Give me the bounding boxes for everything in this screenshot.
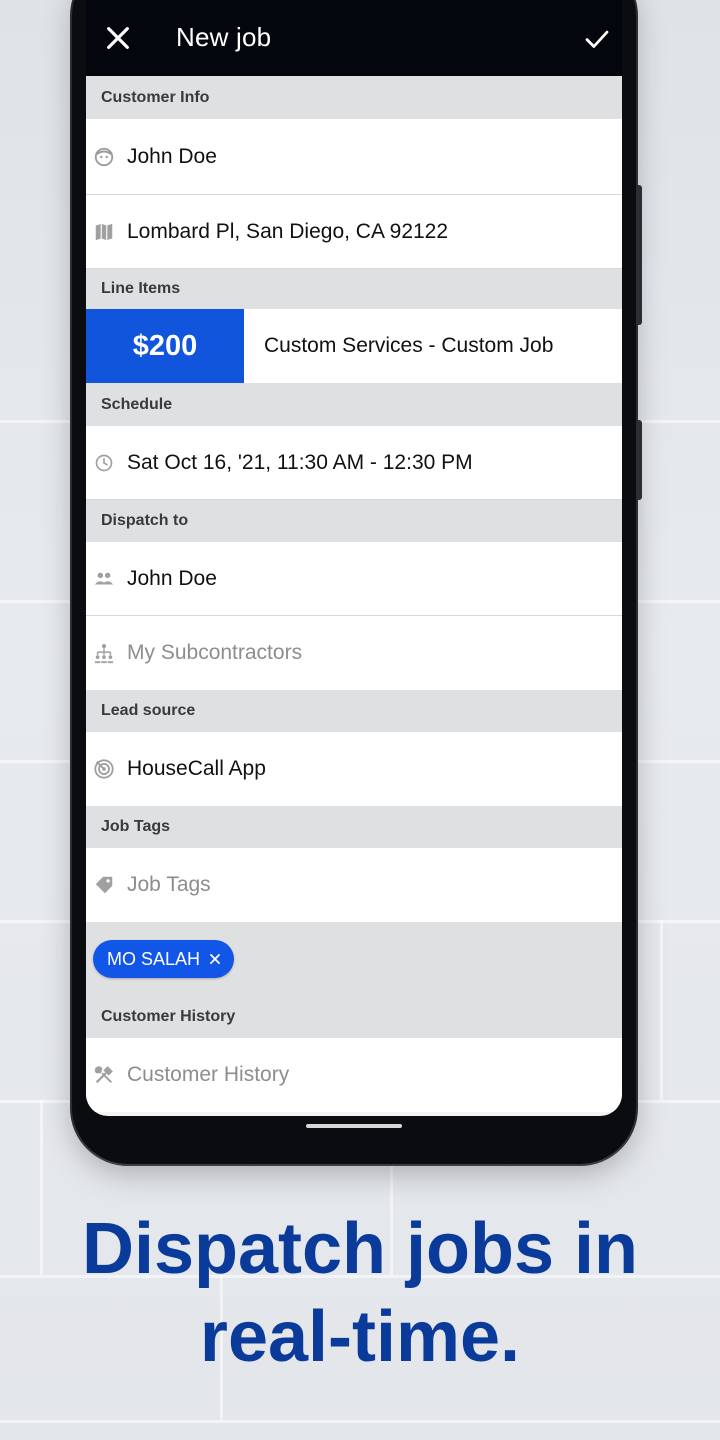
section-header-job-tags: Job Tags [86, 806, 622, 848]
subcontractors-placeholder: My Subcontractors [127, 641, 303, 664]
schedule-row[interactable]: Sat Oct 16, '21, 11:30 AM - 12:30 PM [86, 426, 622, 500]
section-header-customer-info: Customer Info [86, 76, 622, 119]
promo-headline: Dispatch jobs in real-time. [0, 1205, 720, 1381]
customer-history-placeholder: Customer History [127, 1063, 290, 1086]
schedule-datetime: Sat Oct 16, '21, 11:30 AM - 12:30 PM [127, 450, 473, 474]
tag-chip[interactable]: MO SALAH [93, 940, 235, 978]
job-tags-chips: MO SALAH [86, 922, 622, 996]
customer-name-row[interactable]: John Doe [86, 119, 622, 195]
promo-headline-line1: Dispatch jobs in [81, 1209, 639, 1289]
line-item-price: $200 [86, 309, 244, 383]
section-header-schedule: Schedule [86, 383, 622, 426]
dispatch-employee-row[interactable]: John Doe [86, 542, 622, 616]
section-header-lead-source: Lead source [86, 690, 622, 732]
dispatch-subcontractors-row[interactable]: My Subcontractors [86, 616, 622, 690]
lead-source-row[interactable]: HouseCall App [86, 732, 622, 806]
app-bar: New job [86, 0, 622, 76]
people-icon [93, 568, 115, 590]
section-header-customer-history: Customer History [86, 996, 622, 1038]
tag-chip-label: MO SALAH [107, 948, 201, 969]
customer-address: Lombard Pl, San Diego, CA 92122 [127, 219, 449, 243]
job-tags-input-row[interactable]: Job Tags [86, 848, 622, 922]
section-header-line-items: Line Items [86, 269, 622, 309]
check-icon[interactable] [582, 24, 612, 54]
customer-name: John Doe [127, 144, 217, 168]
org-chart-icon [93, 642, 115, 664]
dispatch-employee: John Doe [127, 566, 217, 590]
customer-history-row[interactable]: Customer History [86, 1038, 622, 1112]
promo-headline-line2: real-time. [199, 1297, 521, 1377]
tag-icon [93, 874, 115, 896]
job-tags-placeholder: Job Tags [127, 873, 211, 896]
close-icon[interactable] [102, 22, 134, 54]
clock-icon [93, 452, 115, 474]
close-icon[interactable] [208, 952, 222, 966]
lead-source-value: HouseCall App [127, 757, 266, 780]
customer-address-row[interactable]: Lombard Pl, San Diego, CA 92122 [86, 195, 622, 269]
app-screen: New job Customer Info John Doe Lombard P… [86, 0, 622, 1116]
face-icon [93, 146, 115, 168]
tools-icon [93, 1064, 115, 1086]
radar-icon [93, 758, 115, 780]
line-item-row[interactable]: $200 Custom Services - Custom Job [86, 309, 622, 383]
line-item-description: Custom Services - Custom Job [264, 334, 554, 357]
home-indicator[interactable] [306, 1124, 402, 1128]
page-title: New job [176, 22, 272, 52]
section-header-dispatch-to: Dispatch to [86, 500, 622, 542]
map-icon [93, 221, 115, 243]
